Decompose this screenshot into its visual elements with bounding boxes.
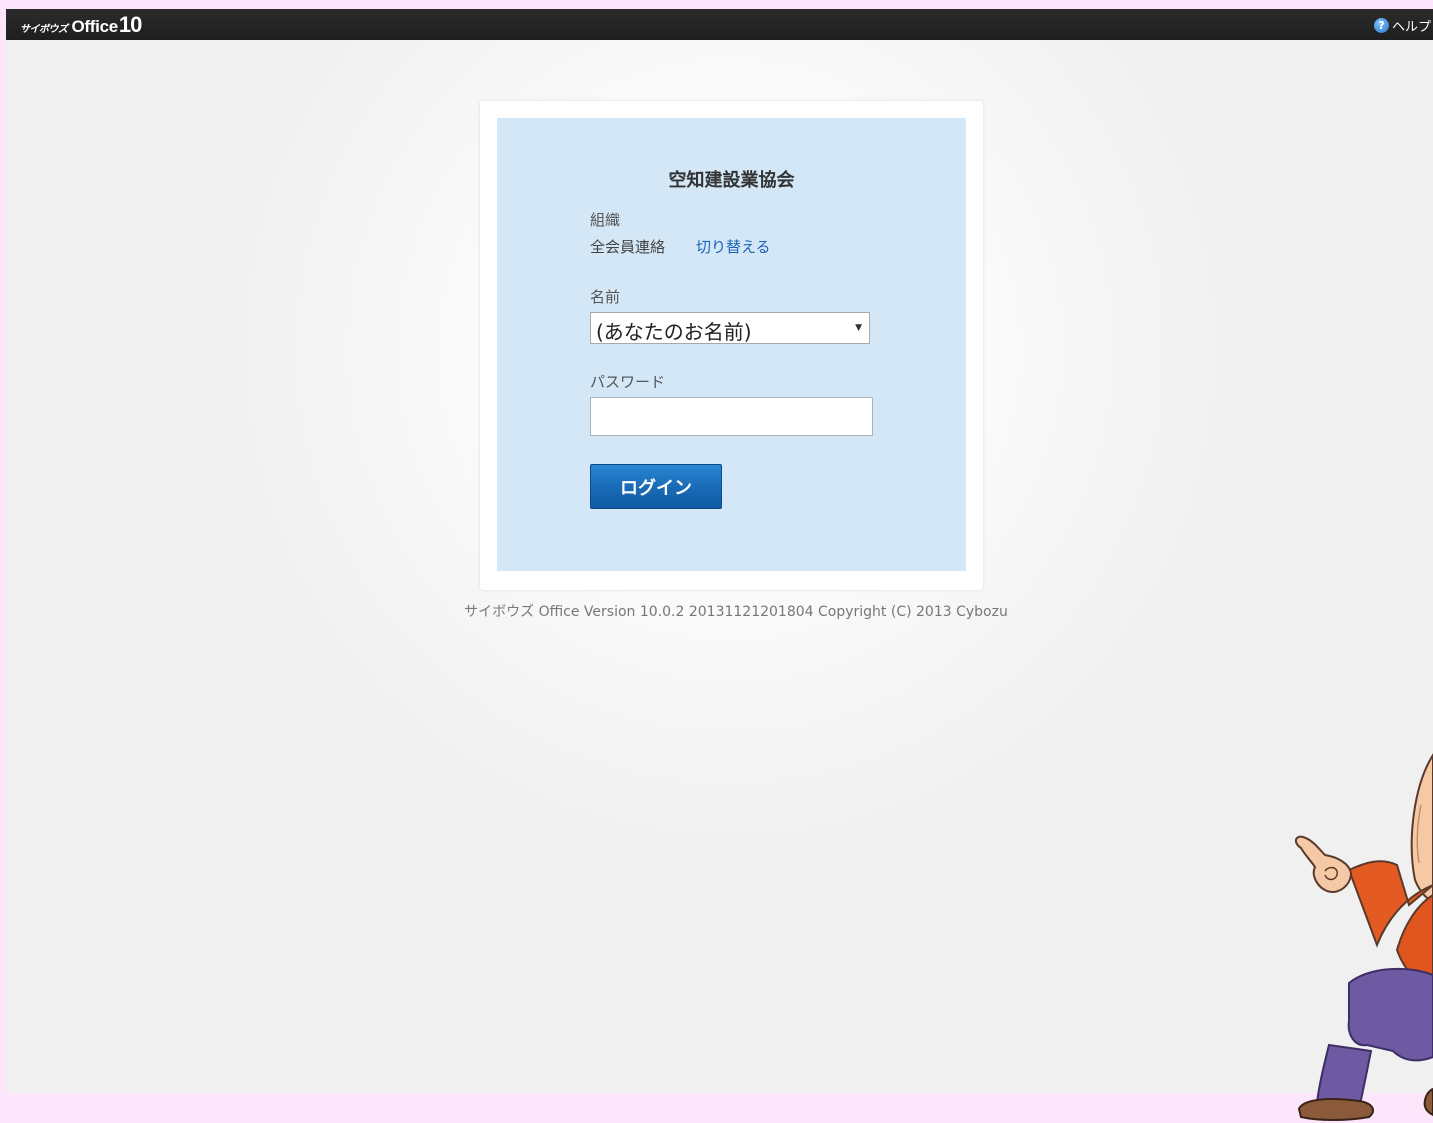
version-copyright: サイボウズ Office Version 10.0.2 201311212018… bbox=[464, 604, 1008, 620]
org-name: 全会員連絡 bbox=[590, 238, 666, 256]
page-frame: サイボウズ Office 10 ? ヘルプ 空知建設業協会 組織 全会員連絡 切… bbox=[6, 9, 1433, 1093]
password-input[interactable] bbox=[590, 397, 873, 436]
name-label: 名前 bbox=[590, 288, 621, 306]
organization-title: 空知建設業協会 bbox=[668, 170, 795, 191]
help-label: ヘルプ bbox=[1391, 20, 1431, 35]
help-question-icon: ? bbox=[1373, 18, 1389, 33]
password-label: パスワード bbox=[590, 373, 666, 391]
login-button[interactable]: ログイン bbox=[590, 464, 722, 509]
mascot-character-illustration bbox=[1295, 753, 1433, 1121]
triangle-down-icon: ▼ bbox=[855, 323, 862, 333]
logo-office: Office bbox=[71, 17, 119, 36]
login-panel: 空知建設業協会 組織 全会員連絡 切り替える 名前 (あなたのお名前) ▼ パス… bbox=[497, 118, 966, 571]
login-card: 空知建設業協会 組織 全会員連絡 切り替える 名前 (あなたのお名前) ▼ パス… bbox=[479, 100, 984, 591]
name-select[interactable]: (あなたのお名前) ▼ bbox=[590, 312, 870, 344]
help-link[interactable]: ? ヘルプ bbox=[1373, 16, 1431, 35]
cybozu-office-logo[interactable]: サイボウズ Office 10 bbox=[20, 12, 143, 37]
top-bar: サイボウズ Office 10 ? ヘルプ bbox=[6, 9, 1433, 40]
logo-kana: サイボウズ bbox=[20, 24, 68, 35]
org-label: 組織 bbox=[590, 211, 621, 229]
logo-version: 10 bbox=[118, 12, 143, 37]
name-select-value: (あなたのお名前) bbox=[596, 320, 752, 344]
switch-org-link[interactable]: 切り替える bbox=[696, 236, 771, 257]
